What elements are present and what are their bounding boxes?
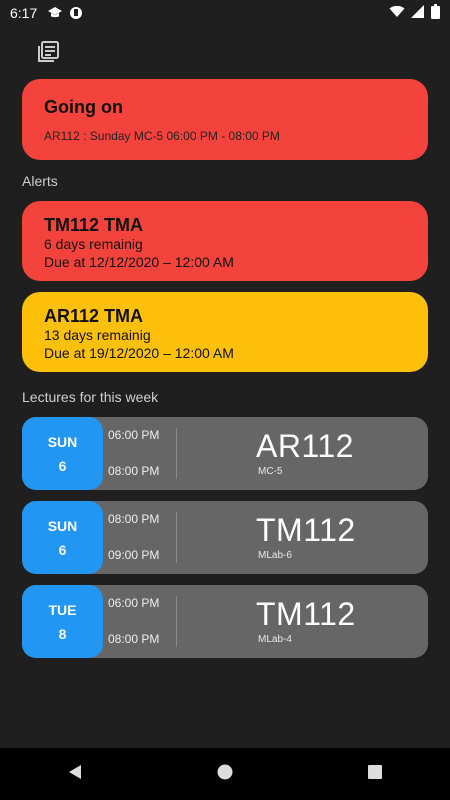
recents-square-icon — [367, 764, 383, 785]
lecture-day-name: SUN — [47, 517, 78, 534]
cell-signal-icon — [411, 5, 425, 21]
alert-card[interactable]: AR112 TMA 13 days remainig Due at 19/12/… — [22, 292, 428, 372]
alert-due: Due at 12/12/2020 – 12:00 AM — [44, 254, 234, 270]
lecture-day-name: SUN — [47, 433, 78, 450]
lecture-day-name: TUE — [48, 601, 77, 618]
home-circle-icon — [217, 764, 233, 785]
wifi-icon — [389, 5, 405, 21]
lecture-divider — [176, 428, 177, 479]
lecture-divider — [176, 512, 177, 563]
alert-title: TM112 TMA — [44, 215, 144, 235]
going-on-card[interactable]: Going on AR112 : Sunday MC-5 06:00 PM - … — [22, 79, 428, 160]
lecture-card[interactable]: TUE 8 06:00 PM 08:00 PM TM112 MLab-4 — [22, 585, 428, 658]
status-bar: 6:17 — [0, 0, 450, 26]
lecture-course-code: AR112 — [256, 428, 354, 464]
app-screen: 6:17 Going on AR112: Sunday MC-5 06:00 … — [0, 0, 450, 800]
lecture-end-time: 08:00 PM — [108, 632, 160, 646]
lecture-end-time: 08:00 PM — [108, 464, 160, 478]
lecture-card[interactable]: SUN 6 08:00 PM 09:00 PM TM112 MLab-6 — [22, 501, 428, 574]
lecture-room: MC-5 — [258, 466, 283, 477]
lecture-day-badge: SUN 6 — [22, 501, 103, 574]
battery-icon — [431, 4, 440, 22]
lecture-start-time: 06:00 PM — [108, 428, 160, 442]
lecture-room: MLab-4 — [258, 634, 292, 645]
system-nav-bar — [0, 748, 450, 800]
lecture-day-number: 6 — [58, 457, 67, 474]
lecture-start-time: 06:00 PM — [108, 596, 160, 610]
lecture-day-badge: TUE 8 — [22, 585, 103, 658]
alert-card[interactable]: TM112 TMA 6 days remainig Due at 12/12/2… — [22, 201, 428, 281]
lecture-day-badge: SUN 6 — [22, 417, 103, 490]
lecture-card[interactable]: SUN 6 06:00 PM 08:00 PM AR112 MC-5 — [22, 417, 428, 490]
lecture-day-number: 6 — [58, 541, 67, 558]
alert-due: Due at 19/12/2020 – 12:00 AM — [44, 345, 234, 361]
alert-remaining: 6 days remainig — [44, 236, 143, 252]
lectures-heading: Lectures for this week — [22, 389, 159, 405]
notes-list-icon[interactable] — [36, 40, 60, 64]
going-on-details: AR112 : Sunday MC-5 06:00 PM - 08:00 PM — [44, 129, 280, 143]
lecture-course-code: TM112 — [256, 596, 356, 632]
lecture-day-number: 8 — [58, 625, 67, 642]
lecture-start-time: 08:00 PM — [108, 512, 160, 526]
recents-button[interactable] — [349, 748, 401, 800]
back-triangle-icon — [67, 764, 83, 785]
lecture-course-code: TM112 — [256, 512, 356, 548]
lecture-end-time: 09:00 PM — [108, 548, 160, 562]
alert-remaining: 13 days remainig — [44, 327, 151, 343]
back-button[interactable] — [49, 748, 101, 800]
lecture-room: MLab-6 — [258, 550, 292, 561]
app-notification-icon — [69, 6, 83, 20]
lecture-divider — [176, 596, 177, 647]
status-right — [389, 4, 440, 22]
graduation-cap-icon — [47, 6, 63, 20]
going-on-title: Going on — [44, 97, 123, 117]
home-button[interactable] — [199, 748, 251, 800]
status-time: 6:17 — [10, 5, 38, 21]
alerts-heading: Alerts — [22, 173, 58, 189]
alert-title: AR112 TMA — [44, 306, 144, 326]
